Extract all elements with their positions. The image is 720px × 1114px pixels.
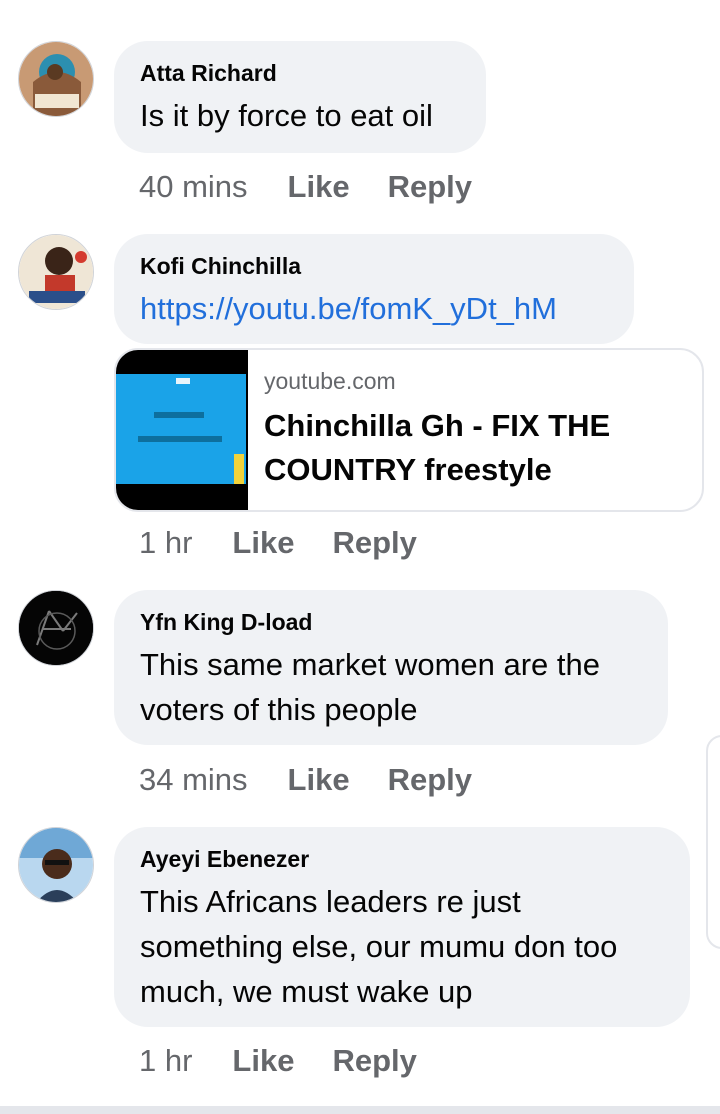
thumbnail-graphic	[138, 378, 244, 484]
video-thumbnail	[116, 350, 248, 510]
comment-actions: 1 hr Like Reply	[139, 1043, 455, 1079]
comment-author[interactable]: Atta Richard	[140, 59, 460, 87]
like-button[interactable]: Like	[232, 525, 294, 561]
comment-author[interactable]: Yfn King D-load	[140, 608, 642, 636]
comment-text: This Africans leaders re just something …	[140, 884, 618, 1009]
comment-text: Is it by force to eat oil	[140, 98, 433, 133]
offscreen-card-edge	[706, 735, 720, 949]
reply-button[interactable]: Reply	[332, 525, 416, 561]
comment-link[interactable]: https://youtu.be/fomK_yDt_hM	[140, 286, 608, 331]
avatar[interactable]	[18, 590, 94, 666]
comment-timestamp[interactable]: 1 hr	[139, 1043, 192, 1079]
preview-domain: youtube.com	[264, 368, 396, 394]
like-button[interactable]: Like	[288, 762, 350, 798]
profile-photo	[19, 591, 93, 665]
comment-actions: 34 mins Like Reply	[139, 762, 510, 798]
comment-bubble: Kofi Chinchilla https://youtu.be/fomK_yD…	[114, 234, 634, 344]
profile-photo	[19, 42, 93, 116]
divider	[0, 1106, 720, 1114]
profile-photo	[19, 235, 93, 309]
reply-button[interactable]: Reply	[332, 1043, 416, 1079]
comment-actions: 1 hr Like Reply	[139, 525, 455, 561]
comment-text: This same market women are the voters of…	[140, 647, 601, 727]
comment-author[interactable]: Kofi Chinchilla	[140, 252, 608, 280]
avatar[interactable]	[18, 827, 94, 903]
comment-bubble: Ayeyi Ebenezer This Africans leaders re …	[114, 827, 690, 1027]
reply-button[interactable]: Reply	[388, 169, 472, 205]
comment-timestamp[interactable]: 40 mins	[139, 169, 248, 205]
link-preview-card[interactable]: youtube.com Chinchilla Gh - FIX THE COUN…	[114, 348, 704, 512]
comment-bubble: Yfn King D-load This same market women a…	[114, 590, 668, 745]
comment-timestamp[interactable]: 34 mins	[139, 762, 248, 798]
avatar[interactable]	[18, 234, 94, 310]
comment-timestamp[interactable]: 1 hr	[139, 525, 192, 561]
comment-author[interactable]: Ayeyi Ebenezer	[140, 845, 664, 873]
comment-actions: 40 mins Like Reply	[139, 169, 510, 205]
comment-bubble: Atta Richard Is it by force to eat oil	[114, 41, 486, 153]
like-button[interactable]: Like	[232, 1043, 294, 1079]
preview-title: Chinchilla Gh - FIX THE COUNTRY freestyl…	[264, 408, 611, 487]
like-button[interactable]: Like	[288, 169, 350, 205]
reply-button[interactable]: Reply	[388, 762, 472, 798]
profile-photo	[19, 828, 93, 902]
avatar[interactable]	[18, 41, 94, 117]
